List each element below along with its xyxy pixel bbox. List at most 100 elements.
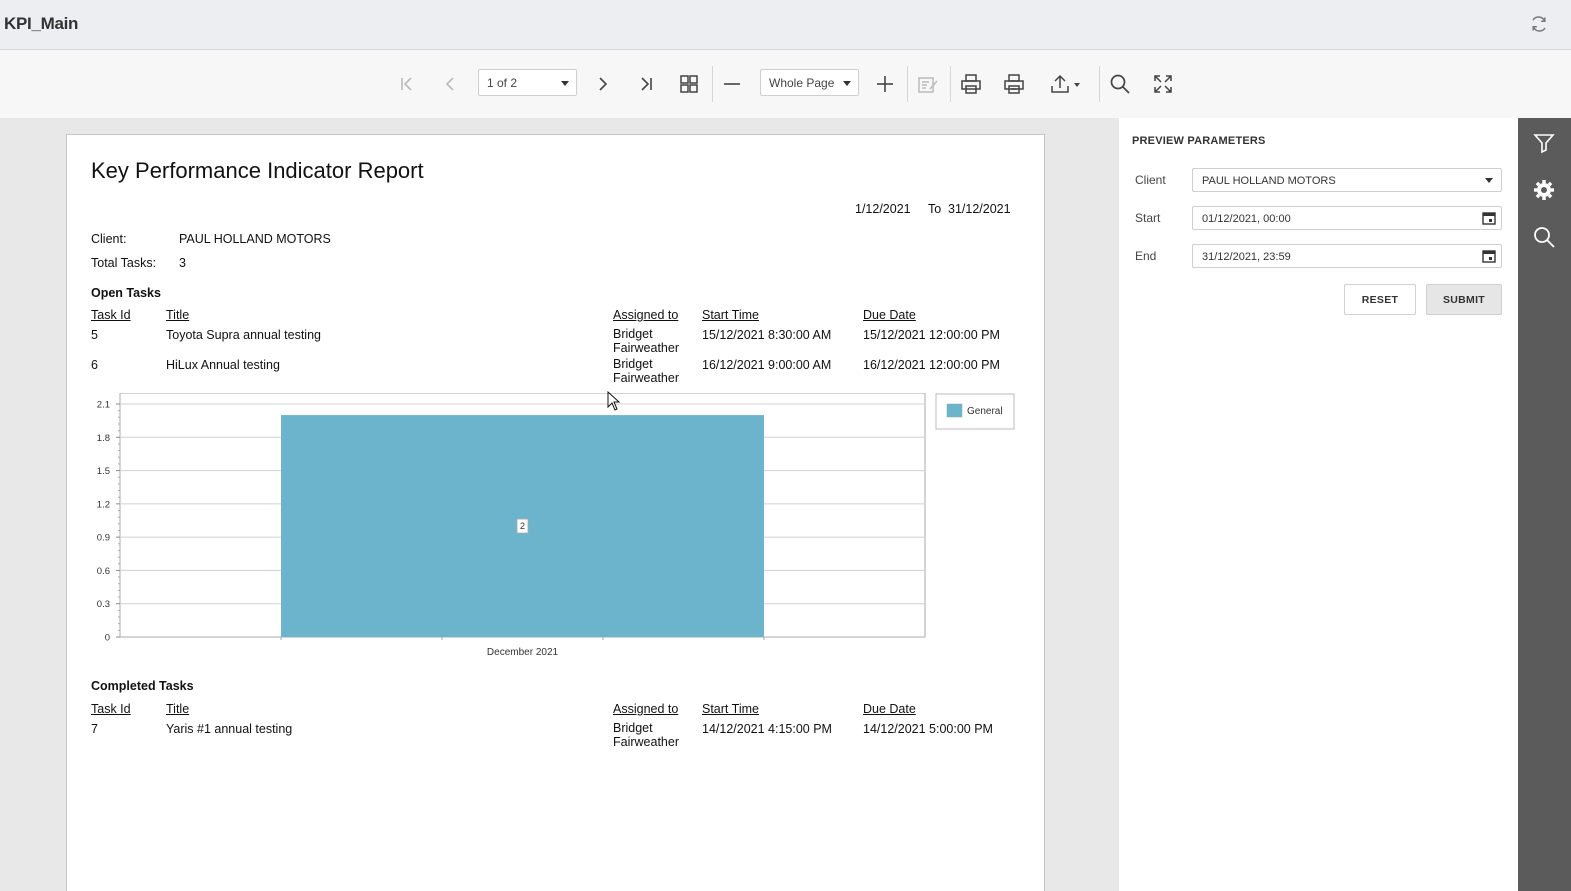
chevron-down-icon — [1485, 178, 1493, 183]
date-to-label: To — [928, 202, 942, 216]
task-assigned: Bridget Fairweather — [613, 327, 679, 355]
task-title: Toyota Supra annual testing — [166, 328, 321, 342]
start-date-input[interactable]: 01/12/2021, 00:00 — [1192, 206, 1502, 230]
col-task-id: Task Id — [91, 308, 131, 322]
report-page: Key Performance Indicator Report 1/12/20… — [66, 134, 1045, 891]
task-title: Yaris #1 annual testing — [166, 722, 293, 736]
calendar-icon[interactable] — [1482, 249, 1496, 263]
start-date-value: 01/12/2021, 00:00 — [1202, 213, 1291, 225]
y-tick-label: 2.1 — [97, 400, 110, 411]
fullscreen-button[interactable] — [1149, 70, 1177, 98]
search-button[interactable] — [1106, 70, 1134, 98]
previous-page-icon — [445, 77, 454, 91]
task-start: 14/12/2021 4:15:00 PM — [702, 722, 832, 736]
x-category-label: December 2021 — [487, 647, 559, 658]
sidebar-search-button[interactable] — [1531, 224, 1557, 250]
title-bar: KPI_Main — [0, 0, 1571, 50]
col-assigned: Assigned to — [613, 702, 679, 716]
client-select-value: PAUL HOLLAND MOTORS — [1202, 175, 1336, 187]
y-tick-label: 0.9 — [97, 533, 110, 544]
print-page-icon — [1004, 74, 1024, 94]
page-select[interactable]: 1 of 2 — [478, 69, 577, 96]
col-assigned: Assigned to — [613, 308, 679, 322]
export-icon — [1051, 74, 1080, 93]
chevron-down-icon — [561, 81, 569, 86]
zoom-in-button[interactable] — [871, 70, 899, 98]
col-due: Due Date — [863, 702, 916, 716]
client-label: Client: — [91, 232, 127, 246]
tasks-chart: 0 0.3 0.6 0.9 1.2 1.5 1.8 2.1 2 December 2021 Gene… — [87, 392, 1017, 668]
client-value: PAUL HOLLAND MOTORS — [179, 232, 331, 246]
app-title: KPI_Main — [4, 14, 79, 33]
zoom-out-icon — [724, 83, 740, 85]
col-title: Title — [166, 702, 190, 716]
task-assigned: Bridget Fairweather — [613, 357, 679, 385]
task-assigned: Bridget Fairweather — [613, 721, 679, 749]
print-button[interactable] — [957, 70, 985, 98]
client-param-label: Client — [1135, 173, 1166, 187]
y-tick-label: 0.3 — [97, 599, 110, 610]
multipage-button[interactable] — [675, 70, 703, 98]
panel-title: PREVIEW PARAMETERS — [1132, 135, 1266, 147]
task-id: 7 — [91, 722, 98, 736]
y-tick-label: 1.8 — [97, 433, 110, 444]
y-tick-label: 0.6 — [97, 566, 110, 577]
print-icon — [961, 74, 981, 94]
col-due: Due Date — [863, 308, 916, 322]
col-task-id: Task Id — [91, 702, 131, 716]
mouse-cursor-icon — [607, 391, 621, 411]
task-start: 16/12/2021 9:00:00 AM — [702, 358, 832, 372]
col-start: Start Time — [702, 702, 759, 716]
date-from: 1/12/2021 — [855, 202, 911, 216]
date-to: 31/12/2021 — [948, 202, 1011, 216]
preview-parameters-panel: PREVIEW PARAMETERS Client PAUL HOLLAND M… — [1119, 118, 1518, 891]
total-tasks-value: 3 — [179, 256, 186, 270]
calendar-icon[interactable] — [1482, 211, 1496, 225]
y-tick-label: 0 — [105, 633, 110, 644]
edit-fields-button[interactable] — [914, 70, 942, 98]
search-icon — [1534, 227, 1555, 248]
export-button[interactable] — [1044, 70, 1086, 98]
multipage-icon — [680, 75, 698, 93]
task-due: 16/12/2021 12:00:00 PM — [863, 358, 1000, 372]
chevron-down-icon — [843, 81, 851, 86]
refresh-icon[interactable] — [1529, 14, 1549, 34]
task-due: 15/12/2021 12:00:00 PM — [863, 328, 1000, 342]
print-page-button[interactable] — [1000, 70, 1028, 98]
y-tick-label: 1.5 — [97, 466, 110, 477]
task-due: 14/12/2021 5:00:00 PM — [863, 722, 993, 736]
search-icon — [1110, 74, 1130, 94]
y-tick-label: 1.2 — [97, 499, 110, 510]
zoom-select[interactable]: Whole Page — [760, 69, 859, 96]
next-page-icon — [599, 77, 608, 91]
task-title: HiLux Annual testing — [166, 358, 280, 372]
last-page-icon — [641, 77, 652, 91]
start-param-label: Start — [1135, 211, 1161, 225]
report-title: Key Performance Indicator Report — [91, 158, 424, 183]
col-title: Title — [166, 308, 190, 322]
task-id: 5 — [91, 328, 98, 342]
page-select-value: 1 of 2 — [487, 76, 518, 90]
zoom-out-button[interactable] — [718, 70, 746, 98]
previous-page-button[interactable] — [436, 70, 464, 98]
fullscreen-icon — [1154, 75, 1172, 93]
first-page-button[interactable] — [393, 70, 421, 98]
report-viewer[interactable]: Key Performance Indicator Report 1/12/20… — [0, 118, 1119, 891]
client-select[interactable]: PAUL HOLLAND MOTORS — [1192, 168, 1502, 192]
reset-button[interactable]: RESET — [1344, 284, 1416, 315]
legend-swatch — [946, 403, 963, 418]
task-id: 6 — [91, 358, 98, 372]
first-page-icon — [401, 77, 412, 91]
next-page-button[interactable] — [589, 70, 617, 98]
chart-svg: 0 0.3 0.6 0.9 1.2 1.5 1.8 2.1 2 December 2021 Gene… — [97, 392, 1015, 658]
last-page-button[interactable] — [632, 70, 660, 98]
filter-button[interactable] — [1531, 130, 1557, 156]
edit-fields-icon — [918, 77, 938, 93]
submit-button[interactable]: SUBMIT — [1426, 284, 1502, 315]
right-sidebar — [1518, 118, 1571, 891]
settings-button[interactable] — [1531, 177, 1557, 203]
task-start: 15/12/2021 8:30:00 AM — [702, 328, 832, 342]
end-param-label: End — [1135, 249, 1157, 263]
end-date-input[interactable]: 31/12/2021, 23:59 — [1192, 244, 1502, 268]
open-tasks-heading: Open Tasks — [91, 286, 161, 300]
